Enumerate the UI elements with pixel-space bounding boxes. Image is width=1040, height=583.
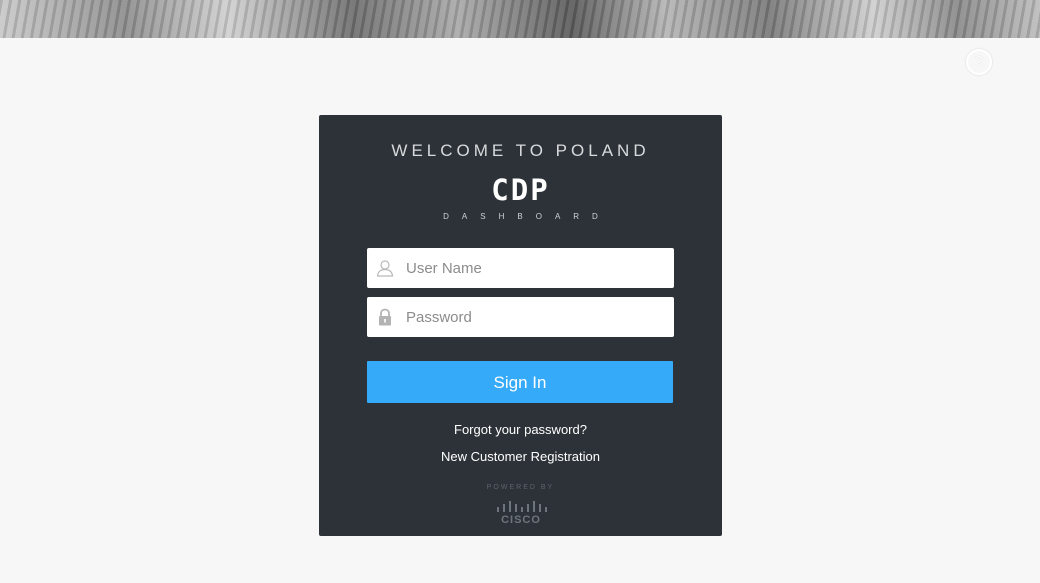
username-field[interactable]: [367, 248, 674, 288]
cisco-logo: CISCO: [493, 499, 549, 529]
user-icon: [376, 260, 394, 277]
cisco-wordmark: CISCO: [501, 514, 541, 526]
lock-icon: [379, 308, 391, 326]
password-field[interactable]: [367, 297, 674, 337]
username-input[interactable]: [406, 248, 666, 288]
cisco-bars-icon: [497, 501, 547, 512]
help-icon[interactable]: ?: [966, 49, 992, 75]
login-panel: WELCOME TO POLAND CDP DASHBOARD Sign In …: [319, 115, 722, 536]
header-banner: [0, 0, 1040, 38]
logo-subtitle: DASHBOARD: [443, 212, 611, 221]
password-input[interactable]: [406, 297, 666, 337]
powered-by-label: POWERED BY: [486, 484, 555, 491]
forgot-password-link[interactable]: Forgot your password?: [319, 422, 722, 437]
welcome-heading: WELCOME TO POLAND: [391, 141, 650, 160]
cdp-logo: CDP: [491, 173, 550, 207]
new-customer-registration-link[interactable]: New Customer Registration: [319, 449, 722, 464]
sign-in-button[interactable]: Sign In: [367, 361, 673, 403]
